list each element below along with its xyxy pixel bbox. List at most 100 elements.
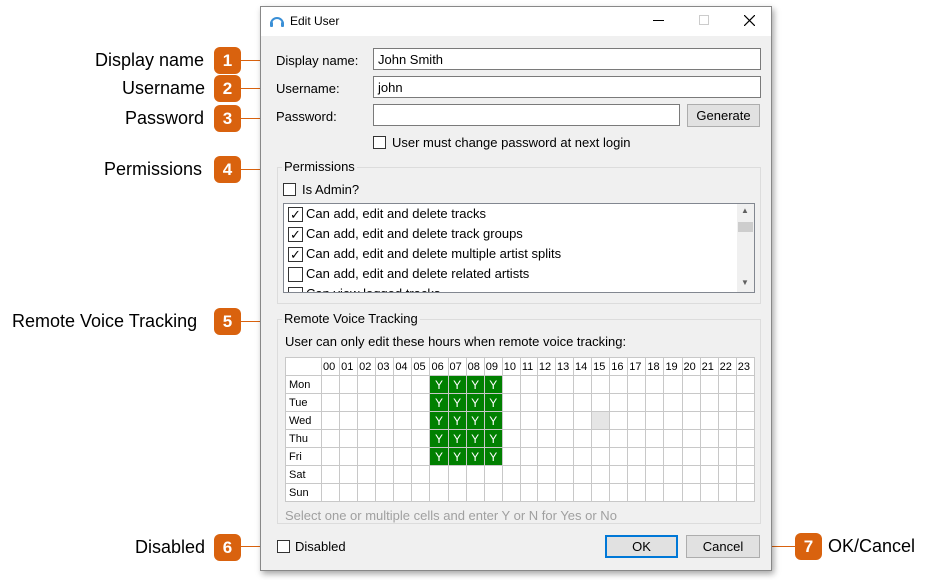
hour-cell[interactable] [645, 447, 665, 466]
hour-cell[interactable] [735, 429, 756, 448]
hour-cell[interactable] [609, 375, 629, 394]
hour-cell[interactable] [375, 483, 395, 502]
is-admin-checkbox[interactable] [283, 183, 296, 196]
hour-cell[interactable] [735, 447, 756, 466]
scrollbar[interactable]: ▲ ▼ [737, 204, 754, 292]
username-input[interactable]: john [373, 76, 761, 98]
hour-cell[interactable] [393, 483, 413, 502]
hour-cell[interactable] [411, 393, 431, 412]
hour-cell[interactable] [393, 393, 413, 412]
hour-cell[interactable] [645, 375, 665, 394]
hour-cell[interactable] [681, 393, 701, 412]
hour-cell[interactable] [357, 393, 377, 412]
disabled-checkbox[interactable] [277, 540, 290, 553]
hour-cell[interactable] [627, 483, 647, 502]
permission-item[interactable]: Can add, edit and delete related artists [284, 264, 754, 284]
hour-cell[interactable] [609, 429, 629, 448]
hour-cell[interactable] [483, 465, 503, 484]
hour-cell[interactable] [699, 483, 719, 502]
hour-cell[interactable] [699, 465, 719, 484]
hour-cell[interactable] [645, 465, 665, 484]
hour-cell[interactable] [357, 375, 377, 394]
hour-cell[interactable] [573, 429, 593, 448]
hour-cell[interactable] [573, 411, 593, 430]
hour-cell[interactable] [411, 411, 431, 430]
permission-checkbox[interactable]: ✓ [288, 207, 303, 222]
hour-cell[interactable] [339, 375, 359, 394]
hour-cell[interactable] [591, 393, 611, 412]
hour-cell[interactable] [375, 375, 395, 394]
hour-cell[interactable] [591, 375, 611, 394]
hour-cell[interactable] [681, 483, 701, 502]
hour-cell[interactable] [536, 483, 556, 502]
hour-cell[interactable] [554, 483, 575, 502]
hour-cell[interactable]: Y [465, 411, 485, 430]
permission-item[interactable]: Can view logged tracks [284, 284, 754, 292]
hour-cell[interactable] [447, 483, 467, 502]
hour-cell[interactable] [717, 393, 737, 412]
hour-cell[interactable]: Y [447, 429, 467, 448]
hour-cell[interactable] [573, 447, 593, 466]
hour-cell[interactable] [627, 447, 647, 466]
hour-cell[interactable]: Y [447, 393, 467, 412]
hour-cell[interactable] [699, 447, 719, 466]
display-name-input[interactable]: John Smith [373, 48, 761, 70]
hour-cell[interactable] [536, 375, 556, 394]
hour-cell[interactable] [591, 429, 611, 448]
hour-cell[interactable] [339, 465, 359, 484]
hour-cell[interactable] [699, 393, 719, 412]
permission-item[interactable]: ✓ Can add, edit and delete multiple artis… [284, 244, 754, 264]
hour-cell[interactable] [411, 375, 431, 394]
hour-cell[interactable] [591, 483, 611, 502]
hour-cell[interactable] [735, 465, 756, 484]
hours-grid[interactable]: 00 01 02 03 04 05 06 07 08 09 10 11 12 13 14 15 16 17 18 19… [285, 357, 756, 502]
hour-cell[interactable] [320, 375, 341, 394]
hour-cell[interactable] [627, 393, 647, 412]
hour-cell[interactable] [627, 429, 647, 448]
hour-cell[interactable] [519, 429, 538, 448]
hour-cell[interactable]: Y [429, 429, 449, 448]
hour-cell[interactable] [573, 465, 593, 484]
hour-cell[interactable] [681, 429, 701, 448]
hour-cell[interactable] [536, 429, 556, 448]
must-change-password-checkbox[interactable] [373, 136, 386, 149]
hour-cell[interactable] [339, 393, 359, 412]
hour-cell[interactable] [501, 483, 521, 502]
hour-cell[interactable] [519, 447, 538, 466]
hour-cell[interactable] [717, 465, 737, 484]
cancel-button[interactable]: Cancel [686, 535, 760, 558]
hour-cell[interactable] [501, 447, 521, 466]
hour-cell[interactable] [681, 411, 701, 430]
hour-cell[interactable] [663, 393, 683, 412]
hour-cell[interactable] [393, 465, 413, 484]
hour-cell[interactable] [519, 393, 538, 412]
hour-cell[interactable]: Y [465, 375, 485, 394]
hour-cell[interactable] [536, 447, 556, 466]
hour-cell[interactable] [573, 393, 593, 412]
hour-cell[interactable] [735, 393, 756, 412]
hour-cell[interactable] [663, 411, 683, 430]
hour-cell[interactable]: Y [429, 411, 449, 430]
hour-cell[interactable] [393, 429, 413, 448]
hour-cell[interactable] [501, 465, 521, 484]
close-icon[interactable] [744, 15, 755, 26]
hour-cell[interactable]: Y [483, 411, 503, 430]
permission-item[interactable]: ✓ Can add, edit and delete track groups [284, 224, 754, 244]
hour-cell[interactable] [717, 375, 737, 394]
hour-cell[interactable] [645, 393, 665, 412]
hour-cell[interactable] [554, 411, 575, 430]
hour-cell[interactable] [663, 429, 683, 448]
hour-cell[interactable] [645, 483, 665, 502]
hour-cell[interactable] [465, 465, 485, 484]
hour-cell[interactable] [519, 411, 538, 430]
hour-cell[interactable] [699, 375, 719, 394]
hour-cell[interactable] [393, 375, 413, 394]
hour-cell[interactable] [554, 465, 575, 484]
hour-cell[interactable] [591, 465, 611, 484]
hour-cell[interactable] [663, 465, 683, 484]
hour-cell[interactable]: Y [483, 393, 503, 412]
hour-cell[interactable] [554, 375, 575, 394]
hour-cell[interactable] [339, 447, 359, 466]
hour-cell[interactable] [375, 465, 395, 484]
hour-cell[interactable] [573, 375, 593, 394]
